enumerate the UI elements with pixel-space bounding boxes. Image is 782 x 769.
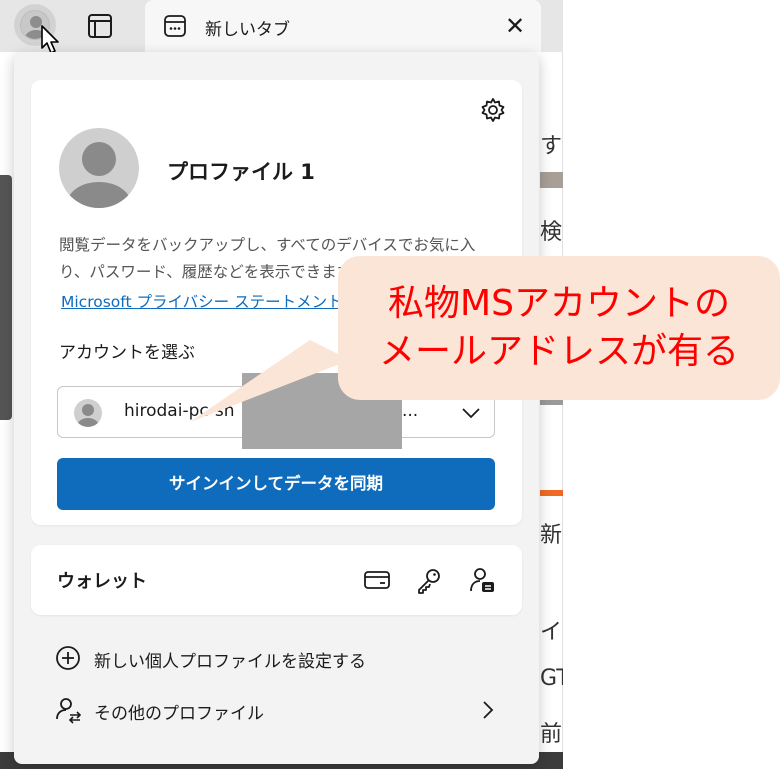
tab-new-tab[interactable]: 新しいタブ ✕ (145, 0, 541, 52)
profile-avatar (59, 128, 139, 208)
wallet-label: ウォレット (57, 571, 147, 592)
tab-strip: 新しいタブ ✕ (0, 0, 563, 54)
personal-info-icon[interactable] (467, 565, 497, 595)
key-icon[interactable] (414, 565, 444, 595)
background-accent-bar (540, 490, 563, 496)
background-text: 検 (540, 220, 563, 245)
background-text: 前ガ (540, 722, 563, 747)
account-avatar-icon (74, 399, 102, 427)
choose-account-label: アカウントを選ぶ (59, 343, 195, 363)
new-profile-label: 新しい個人プロファイルを設定する (94, 652, 366, 672)
wallet-card[interactable]: ウォレット (31, 545, 522, 615)
chevron-down-icon (462, 408, 480, 419)
card-icon[interactable] (362, 565, 392, 595)
background-text: する (540, 134, 563, 159)
other-profiles-label: その他のプロファイル (94, 704, 264, 724)
callout-text: 私物MSアカウントの メールアドレスが有る (338, 280, 780, 376)
add-circle-icon (56, 646, 80, 670)
callout-line-1: 私物MSアカウントの (388, 283, 730, 324)
background-text: イッ (540, 620, 563, 645)
callout-line-2: メールアドレスが有る (378, 331, 739, 372)
switch-profile-icon (56, 698, 82, 724)
chevron-right-icon (483, 701, 494, 719)
background-image-strip (0, 175, 12, 420)
tab-actions-icon[interactable] (80, 10, 120, 42)
new-profile-item[interactable]: 新しい個人プロファイルを設定する (54, 640, 514, 676)
other-profiles-item[interactable]: その他のプロファイル (54, 692, 514, 728)
background-text: GTO (540, 666, 563, 691)
tab-title: 新しいタブ (205, 20, 290, 40)
close-tab-icon[interactable]: ✕ (501, 12, 529, 40)
background-image-strip (540, 172, 563, 188)
annotation-callout: 私物MSアカウントの メールアドレスが有る (338, 256, 780, 400)
signin-sync-button[interactable]: サインインしてデータを同期 (57, 458, 495, 510)
gear-icon[interactable] (479, 96, 507, 124)
profile-name: プロファイル 1 (167, 160, 315, 184)
background-text: 新台 (540, 523, 563, 548)
new-tab-page-icon (164, 15, 186, 37)
